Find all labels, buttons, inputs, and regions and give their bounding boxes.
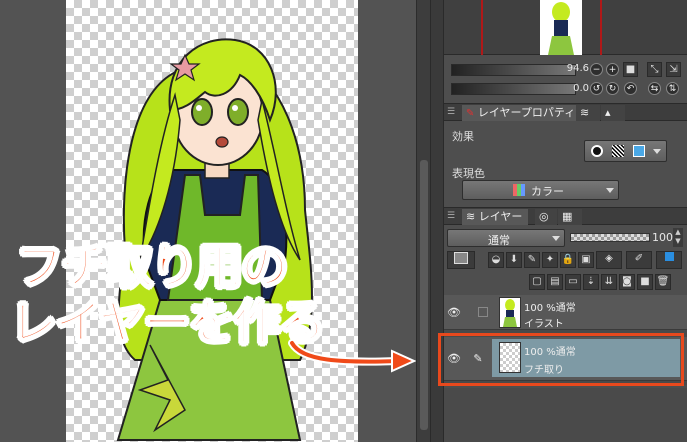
tab-search-layer[interactable]: ◎ [535,209,557,225]
reference-layer-icon[interactable]: ⬇ [506,252,522,268]
brush-icon: ▴ [605,106,611,119]
ruler-settings-icon[interactable]: ✐ [626,251,652,269]
tab-layer-property[interactable]: ✎ レイヤープロパティ [462,105,582,121]
chevron-down-icon [606,188,614,193]
tab-tool-property[interactable]: ▴ [601,105,625,121]
tab-animation[interactable]: ▦ [558,209,582,225]
actual-size-icon[interactable]: ■ [623,62,638,77]
scrollbar-thumb[interactable] [420,160,428,430]
border-effect-icon[interactable] [591,145,603,157]
layer-list-empty-area [444,388,687,442]
blend-mode-value: 通常 [488,234,510,247]
visibility-eye-icon[interactable]: 👁 [446,295,462,330]
lock-icon[interactable]: 🔒 [560,252,576,268]
layer-thumbnail-figure [503,299,517,327]
opacity-stepper[interactable]: ▲ ▼ [673,228,683,247]
navigator-thumbnail-figure [548,2,574,55]
rotate-right-icon[interactable]: ↻ [606,82,619,95]
opacity-slider[interactable] [570,233,650,242]
tab-layer-label: レイヤー [478,210,523,223]
layer-color-icon[interactable] [633,145,645,157]
navigator-thumbnail [540,0,582,55]
rotate-left-icon[interactable]: ↺ [590,82,603,95]
layer-color-swatch[interactable] [447,251,475,269]
ruler-icon[interactable]: ✦ [542,252,558,268]
right-panel: 94.6 0.0 − + ■ ⤡ ⇲ ↺ ↻ ↶ ⇆ ⇅ ☰ ✎ レイヤープロパ… [438,0,687,442]
canvas-vertical-scrollbar[interactable] [416,0,430,442]
layers-icon: ≋ [466,210,476,223]
layer-lock-checkbox[interactable] [478,307,488,317]
expression-color-label: 表現色 [452,167,485,180]
layer-row-illust[interactable]: 👁 100 %通常 イラスト [444,295,687,330]
mask-icon[interactable]: ◈ [596,251,622,269]
draft-layer-icon[interactable]: ✎ [524,252,540,268]
reset-rotation-icon[interactable]: ↶ [624,82,637,95]
transfer-down-icon[interactable]: ⇣ [583,274,599,290]
expression-color-value: カラー [531,185,564,198]
search-layer-icon: ◎ [539,210,549,223]
annotation-line-2: レイヤーを作る [9,295,327,352]
canvas-area[interactable]: フチ取り用の レイヤーを作る [0,0,416,442]
apply-mask-icon[interactable]: ■ [637,274,653,290]
layer-info: 100 %通常 [524,303,576,314]
tone-effect-icon[interactable] [612,145,624,157]
layer-color-change-icon[interactable] [656,251,682,269]
blend-mode-dropdown[interactable]: 通常 [447,229,565,247]
lock-transparency-icon[interactable]: ▣ [578,252,594,268]
wave-icon: ≋ [580,106,590,119]
pattern-icon: ▦ [562,210,573,223]
tab-layer-property-label: レイヤープロパティ [477,106,576,119]
flip-horizontal-icon[interactable]: ⇆ [648,82,661,95]
zoom-out-icon[interactable]: − [590,63,603,76]
tab-layer[interactable]: ≋ レイヤー [462,209,529,225]
create-mask-icon[interactable]: ◙ [619,274,635,290]
right-eye [227,98,249,126]
new-raster-layer-icon[interactable]: ▢ [529,274,545,290]
merge-down-icon[interactable]: ⇊ [601,274,617,290]
property-tab-bar: ☰ ✎ レイヤープロパティ ≋ ▴ [444,103,687,121]
left-eye-highlight [196,105,202,111]
rotate-slider[interactable] [451,83,576,95]
new-vector-layer-icon[interactable]: ▤ [547,274,563,290]
tab-sub-tool[interactable]: ≋ [576,105,600,121]
panel-menu-icon[interactable]: ☰ [447,211,456,222]
layer-tab-bar: ☰ ≋ レイヤー ◎ ▦ [444,207,687,225]
mouth [215,136,229,148]
chevron-down-icon [653,149,661,154]
zoom-value: 94.6 [566,63,589,74]
color-mode-icon [513,184,525,196]
zoom-in-icon[interactable]: + [606,63,619,76]
layer-thumbnail [499,297,521,328]
highlight-box [438,333,684,386]
navigator-frame-right [600,0,602,55]
annotation-arrow [288,339,416,373]
left-eye [191,98,213,126]
effect-selector[interactable] [584,140,667,162]
pen-icon: ✎ [466,108,475,119]
rotation-value: 0.0 [573,83,589,94]
delete-layer-icon[interactable]: 🗑 [655,274,671,290]
expression-color-dropdown[interactable]: カラー [462,180,619,200]
fit-width-icon[interactable]: ⇲ [666,62,681,77]
new-folder-icon[interactable]: ▭ [565,274,581,290]
clipping-icon[interactable]: ◒ [488,252,504,268]
navigator-preview[interactable] [444,0,687,55]
zoom-slider[interactable] [451,64,576,76]
flip-vertical-icon[interactable]: ⇅ [666,82,679,95]
right-eye-highlight [232,105,238,111]
navigator-frame-left [481,0,483,55]
chevron-down-icon [552,236,560,241]
layer-name: イラスト [524,319,564,330]
opacity-value[interactable]: 100 [652,231,673,244]
fit-window-icon[interactable]: ⤡ [647,62,662,77]
effect-label: 効果 [452,130,474,143]
panel-menu-icon[interactable]: ☰ [447,107,456,118]
